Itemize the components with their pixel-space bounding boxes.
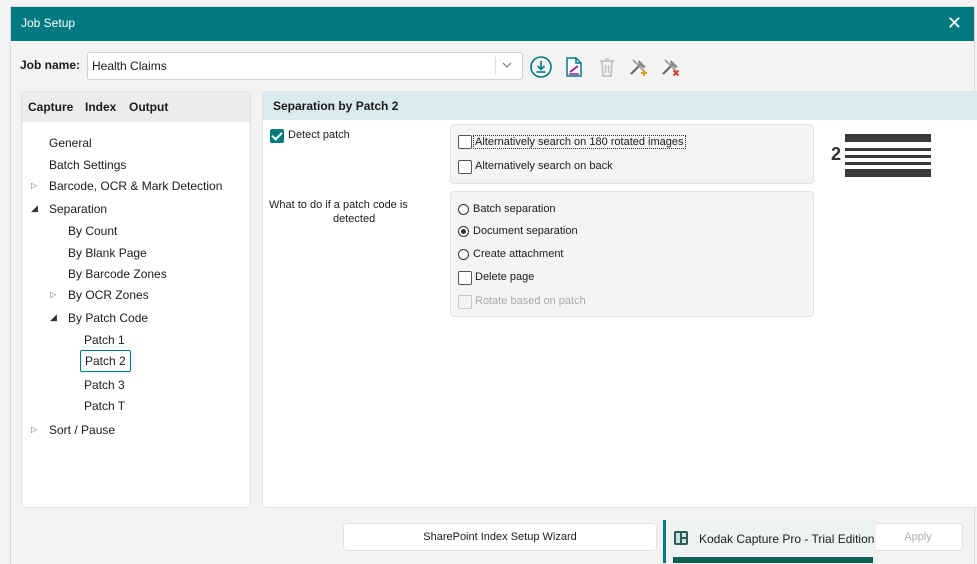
tree-item-patch-1[interactable]: Patch 1 [84,333,125,347]
tab-bar: Capture Index Output [22,92,250,122]
tree-item-patch-t[interactable]: Patch T [84,399,125,413]
batch-separation-label[interactable]: Batch separation [473,203,556,215]
batch-separation-radio[interactable] [458,204,469,215]
tree-item-by-blank-page[interactable]: By Blank Page [68,246,147,260]
tree-item-by-barcode-zones[interactable]: By Barcode Zones [68,267,167,281]
patch-settings-panel: Separation by Patch 2 Detect patch Alter… [262,91,977,508]
download-icon[interactable] [529,55,553,79]
tab-output[interactable]: Output [129,100,168,114]
app-icon [674,531,688,545]
tree-item-general[interactable]: General [49,136,92,150]
expand-arrow-icon[interactable]: ▷ [31,425,37,434]
tree-item-batch-settings[interactable]: Batch Settings [49,158,126,172]
delete-page-checkbox[interactable] [458,271,472,285]
tree-item-sort-pause[interactable]: Sort / Pause [49,423,115,437]
job-name-combobox[interactable]: Health Claims [87,52,523,80]
edit-document-icon[interactable] [562,55,586,79]
window-title: Job Setup [21,16,76,30]
expand-arrow-icon[interactable]: ▷ [50,290,56,299]
patch-code-lines-icon [845,134,931,177]
document-separation-label[interactable]: Document separation [473,225,578,237]
section-header: Separation by Patch 2 [263,92,977,120]
collapse-arrow-icon[interactable]: ◢ [50,312,57,323]
job-setup-window: Job Setup ✕ Job name: Health Claims Capt… [10,6,977,564]
expand-arrow-icon[interactable]: ▷ [31,181,37,190]
taskbar-preview-popup[interactable]: Kodak Capture Pro - Trial Edition [663,520,876,563]
what-to-do-label-line2: detected [333,213,376,225]
patch-number: 2 [831,144,842,164]
alt-rotated-checkbox[interactable] [458,135,472,149]
delete-page-label[interactable]: Delete page [475,271,534,283]
action-options-group: Batch separation Document separation Cre… [450,191,814,317]
chevron-down-icon[interactable] [498,56,516,74]
alt-back-checkbox[interactable] [458,160,472,174]
tree-item-separation[interactable]: Separation [49,202,107,216]
job-name-row: Job name: Health Claims [11,47,974,87]
create-attachment-label[interactable]: Create attachment [473,248,564,260]
combobox-divider [495,57,496,75]
collapse-arrow-icon[interactable]: ◢ [31,203,38,214]
sharepoint-wizard-button[interactable]: SharePoint Index Setup Wizard [343,523,657,551]
title-bar: Job Setup ✕ [11,7,974,41]
trash-icon[interactable] [595,55,619,79]
tools-remove-icon[interactable] [659,55,683,79]
tab-capture[interactable]: Capture [28,100,73,114]
tree-item-by-count[interactable]: By Count [68,224,117,238]
tree-item-by-patch-code[interactable]: By Patch Code [68,311,148,325]
close-icon[interactable]: ✕ [947,13,962,33]
rotate-based-checkbox [458,295,472,309]
tools-add-icon[interactable] [627,55,651,79]
search-options-group: Alternatively search on 180 rotated imag… [450,124,814,184]
create-attachment-radio[interactable] [458,249,469,260]
apply-button: Apply [873,523,963,551]
section-title: Separation by Patch 2 [273,99,399,113]
tree-item-by-ocr-zones[interactable]: By OCR Zones [68,288,149,302]
what-to-do-label-line1: What to do if a patch code is [269,199,408,211]
alt-back-label[interactable]: Alternatively search on back [475,160,613,172]
tree-item-patch-2[interactable]: Patch 2 [80,350,131,372]
tree-item-patch-3[interactable]: Patch 3 [84,378,125,392]
job-name-label: Job name: [20,58,81,72]
taskbar-app-label[interactable]: Kodak Capture Pro - Trial Edition [699,532,874,546]
job-name-value[interactable]: Health Claims [92,59,167,73]
tree-item-barcode-ocr[interactable]: Barcode, OCR & Mark Detection [49,179,222,193]
preview-thumbnail [673,557,873,563]
detect-patch-checkbox[interactable] [270,129,284,143]
settings-tree-panel: Capture Index Output General Batch Setti… [21,91,251,508]
tab-index[interactable]: Index [85,100,116,114]
detect-patch-label[interactable]: Detect patch [288,129,350,141]
document-separation-radio[interactable] [458,226,469,237]
alt-rotated-label[interactable]: Alternatively search on 180 rotated imag… [473,135,686,149]
rotate-based-label: Rotate based on patch [475,295,586,307]
